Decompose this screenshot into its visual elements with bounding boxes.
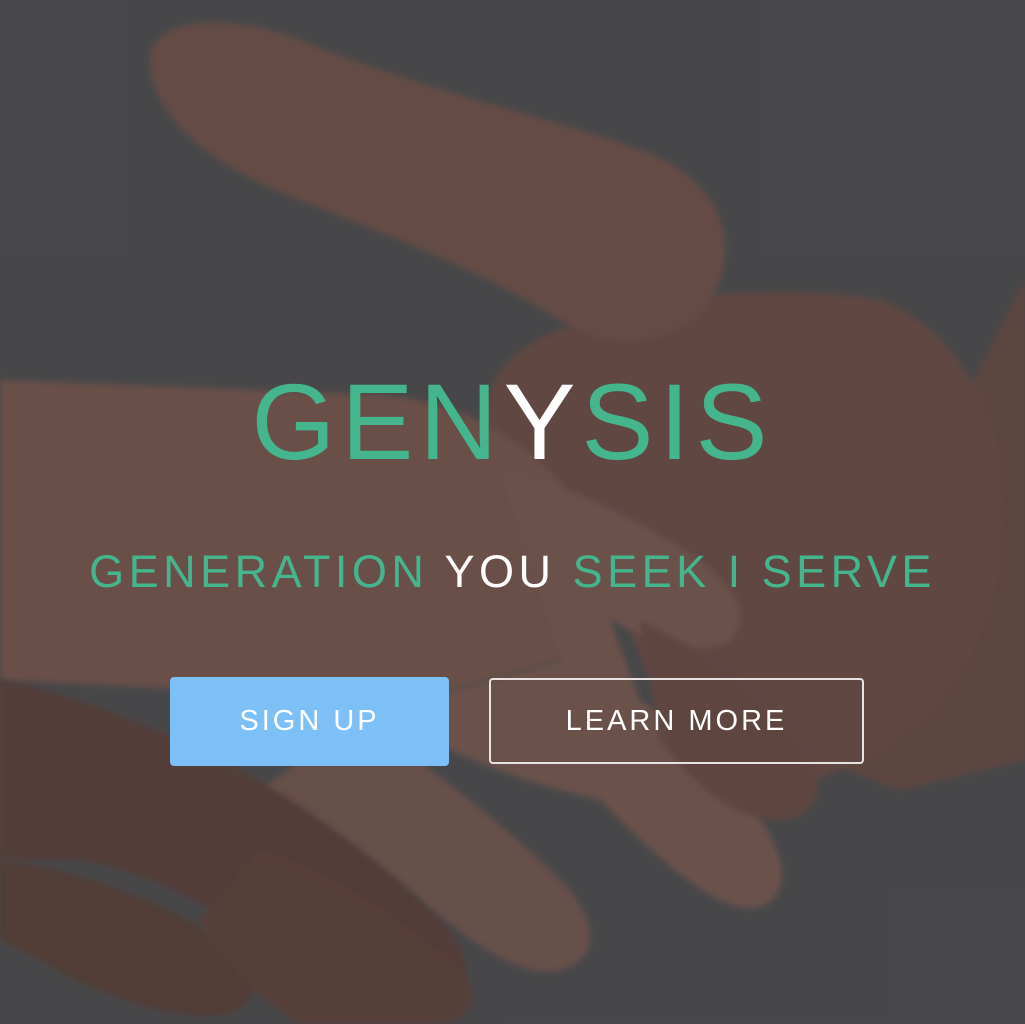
tagline-part-generation: GENERATION [89, 546, 429, 597]
tagline-part-seek-serve: SEEK I SERVE [572, 546, 936, 597]
brand-part-y: Y [503, 361, 582, 482]
sign-up-button-label: SIGN UP [239, 705, 380, 737]
brand-title: GENYSIS [0, 368, 1025, 476]
brand-part-gen: GEN [251, 361, 504, 482]
sign-up-button[interactable]: SIGN UP [170, 677, 449, 766]
tagline-part-you: YOU [444, 546, 556, 597]
brand-part-sis: SIS [581, 361, 774, 482]
hero-section: GENYSIS GENERATION YOU SEEK I SERVE SIGN… [0, 0, 1025, 1024]
tagline: GENERATION YOU SEEK I SERVE [0, 548, 1025, 596]
learn-more-button[interactable]: LEARN MORE [489, 678, 864, 764]
learn-more-button-label: LEARN MORE [565, 704, 788, 737]
hero-content: GENYSIS GENERATION YOU SEEK I SERVE SIGN… [0, 0, 1025, 1024]
